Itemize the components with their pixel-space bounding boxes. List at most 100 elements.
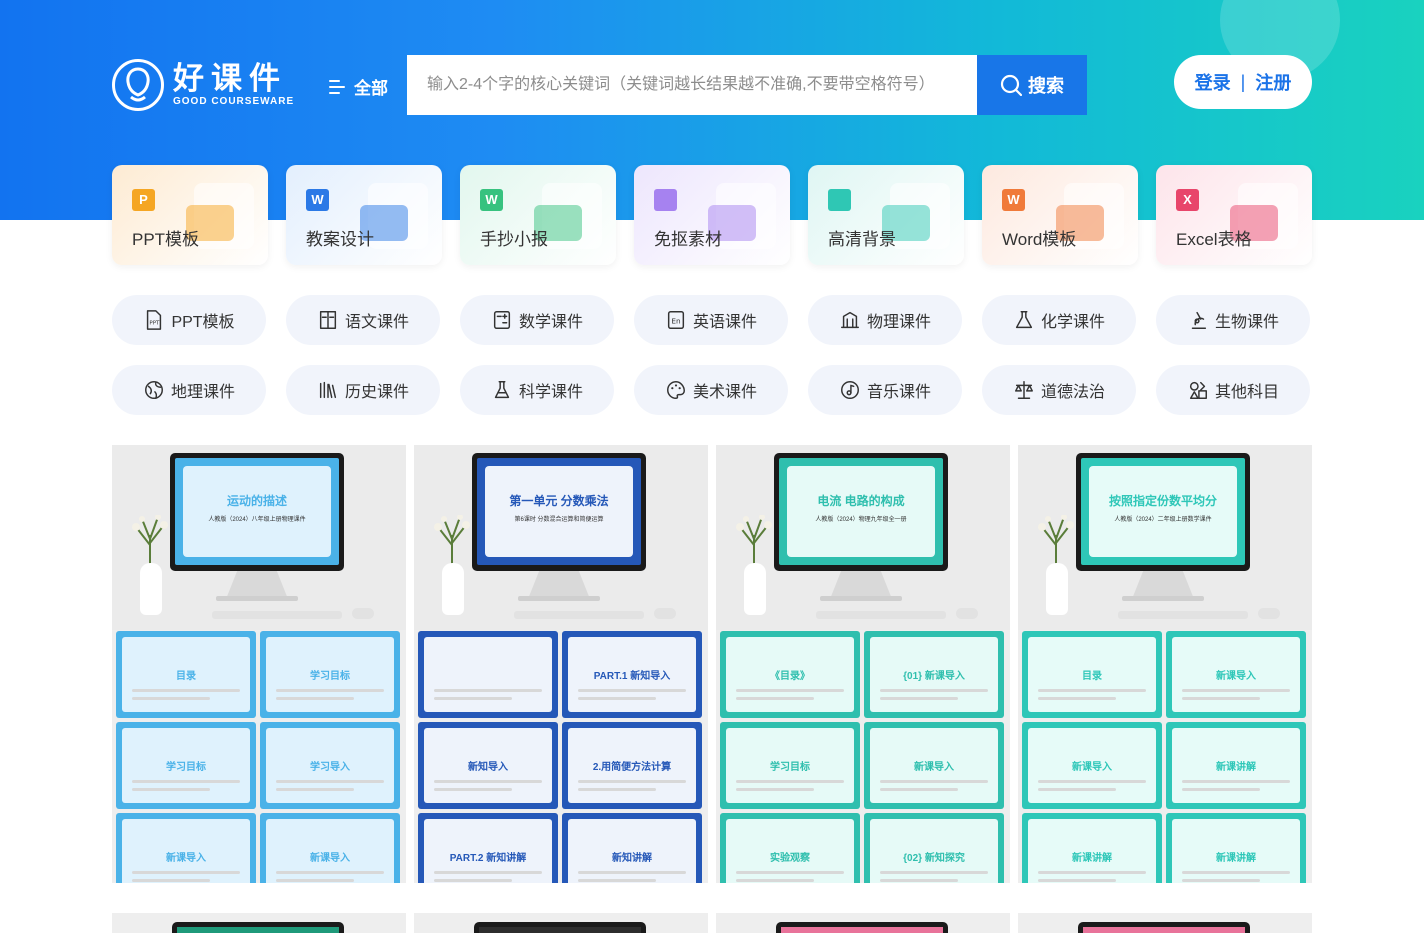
category-label: Word模板 (1002, 230, 1077, 249)
subject-label: 科学课件 (518, 384, 583, 401)
slide-thumbnail: 新课讲解 (1166, 813, 1306, 883)
slide-thumbnail (418, 631, 558, 718)
subject-button[interactable]: 科学课件 (460, 365, 614, 415)
login-link[interactable]: 登录 (1195, 69, 1231, 95)
monitor (172, 922, 344, 933)
slide-title: 2.用简便方法计算 (592, 762, 672, 773)
slide-title: 学习导入 (310, 762, 350, 773)
slide-title: PART.1 新知导入 (593, 671, 671, 682)
category-card[interactable]: W 手抄小报 (460, 165, 616, 265)
logo-name-en: GOOD COURSEWARE (173, 96, 295, 107)
flower-decoration (1034, 514, 1078, 565)
mouse (654, 608, 676, 619)
subject-button[interactable]: 生物课件 (1156, 295, 1310, 345)
category-card[interactable]: 高清背景 (808, 165, 964, 265)
flower-decoration (128, 514, 172, 565)
mouse (352, 608, 374, 619)
vase (744, 563, 766, 615)
slide-thumbnail: 学习目标 (116, 722, 256, 809)
slide-title: 目录 (1082, 671, 1102, 682)
category-label: 免抠素材 (654, 230, 722, 249)
subject-button[interactable]: En 英语课件 (634, 295, 788, 345)
slide-title: 新课讲解 (1216, 853, 1256, 864)
slide-thumbnail: 目录 (1022, 631, 1162, 718)
slide-thumbnail: 2.用简便方法计算 (562, 722, 702, 809)
menu-icon (329, 78, 345, 96)
search-button[interactable]: 搜索 (977, 55, 1087, 115)
subject-label: 生物课件 (1214, 314, 1279, 331)
subject-button[interactable]: 物理课件 (808, 295, 962, 345)
courseware-card[interactable] (716, 913, 1010, 933)
slide-title: 学习目标 (310, 671, 350, 682)
calculator-icon (493, 311, 511, 329)
category-card[interactable]: W 教案设计 (286, 165, 442, 265)
category-card[interactable]: W Word模板 (982, 165, 1138, 265)
subject-button[interactable]: 音乐课件 (808, 365, 962, 415)
category-cards: P PPT模板 W 教案设计 W 手抄小报 免抠素材 高清背景 W Word模板 X Excel表格 (112, 165, 1312, 265)
keyboard (1118, 611, 1248, 619)
register-link[interactable]: 注册 (1255, 69, 1291, 95)
flask-icon (1015, 311, 1033, 329)
subject-button[interactable]: 地理课件 (112, 365, 266, 415)
subject-label: PPT模板 (171, 314, 235, 331)
chinese-book-icon (319, 311, 337, 329)
keyboard (212, 611, 342, 619)
monitor-foot (216, 596, 298, 601)
subject-button[interactable]: 化学课件 (982, 295, 1136, 345)
slide-thumbnail: 新课导入 (116, 813, 256, 883)
subject-label: 化学课件 (1040, 314, 1105, 331)
auth-separator: | (1240, 71, 1246, 92)
cover-subtitle: 人教版（2024）八年级上册物理课件 (208, 517, 306, 523)
courseware-card[interactable]: 第一单元 分数乘法 第6课时 分数混合运算和简便运算 PART.1 新知导入 新知导入… (414, 445, 708, 883)
courseware-card[interactable] (112, 913, 406, 933)
word-green-icon: W (480, 189, 503, 211)
all-label: 全部 (354, 79, 388, 98)
ppt-file-icon: PPT (147, 310, 162, 330)
subject-button[interactable]: 语文课件 (286, 295, 440, 345)
slide-grid: 目录 学习目标 学习目标 学习导入 新课导入 新课导入 (116, 631, 404, 883)
slide-thumbnail: {01} 新课导入 (864, 631, 1004, 718)
courseware-card[interactable]: 按照指定份数平均分 人教版（2024）二年级上册数学课件 目录 新课导入 新课导入 新课讲… (1018, 445, 1312, 883)
category-card[interactable]: P PPT模板 (112, 165, 268, 265)
category-label: 高清背景 (828, 230, 896, 249)
vase (140, 563, 162, 615)
subject-button[interactable]: 其他科目 (1156, 365, 1310, 415)
slide-thumbnail: 学习导入 (260, 722, 400, 809)
category-label: PPT模板 (132, 230, 200, 249)
subject-button[interactable]: PPT PPT模板 (112, 295, 266, 345)
slide-title: 新知讲解 (612, 853, 652, 864)
shapes-icon (1189, 381, 1207, 399)
monitor-foot (1122, 596, 1204, 601)
monitor-stand (830, 571, 892, 599)
category-card[interactable]: 免抠素材 (634, 165, 790, 265)
slide-title: 实验观察 (770, 853, 810, 864)
subject-label: 物理课件 (866, 314, 931, 331)
subject-button[interactable]: 数学课件 (460, 295, 614, 345)
slide-title: 新课导入 (166, 853, 206, 864)
all-categories-menu[interactable]: 全部 (329, 74, 388, 99)
slide-title: 《目录》 (770, 671, 810, 682)
subject-button[interactable]: 道德法治 (982, 365, 1136, 415)
courseware-card[interactable]: 电流 电路的构成 人教版（2024）物理九年级全一册 《目录》 {01} 新课导入 学习… (716, 445, 1010, 883)
subject-button[interactable]: 历史课件 (286, 365, 440, 415)
subject-label: 历史课件 (344, 384, 409, 401)
subject-button[interactable]: 美术课件 (634, 365, 788, 415)
category-card[interactable]: X Excel表格 (1156, 165, 1312, 265)
slide-title: 学习目标 (770, 762, 810, 773)
search-button-label: 搜索 (1028, 76, 1064, 96)
courseware-grid-row-2 (112, 913, 1312, 933)
courseware-card[interactable] (414, 913, 708, 933)
cover-subtitle: 人教版（2024）物理九年级全一册 (815, 517, 907, 523)
auth-pill: 登录 | 注册 (1174, 55, 1312, 109)
microscope-icon (1191, 311, 1207, 329)
courseware-card[interactable]: 运动的描述 人教版（2024）八年级上册物理课件 目录 学习目标 学习目标 学习导入 新课导… (112, 445, 406, 883)
site-logo[interactable]: 好课件 GOOD COURSEWARE (112, 59, 294, 111)
courseware-card[interactable] (1018, 913, 1312, 933)
monitor: 按照指定份数平均分 人教版（2024）二年级上册数学课件 (1076, 453, 1250, 571)
cover-subtitle: 第6课时 分数混合运算和简便运算 (514, 517, 604, 523)
image-icon (828, 189, 851, 211)
search-input[interactable] (407, 55, 977, 115)
cover-title: 按照指定份数平均分 (1108, 494, 1217, 508)
svg-text:PPT: PPT (150, 321, 161, 327)
logo-mark-icon (112, 59, 164, 111)
